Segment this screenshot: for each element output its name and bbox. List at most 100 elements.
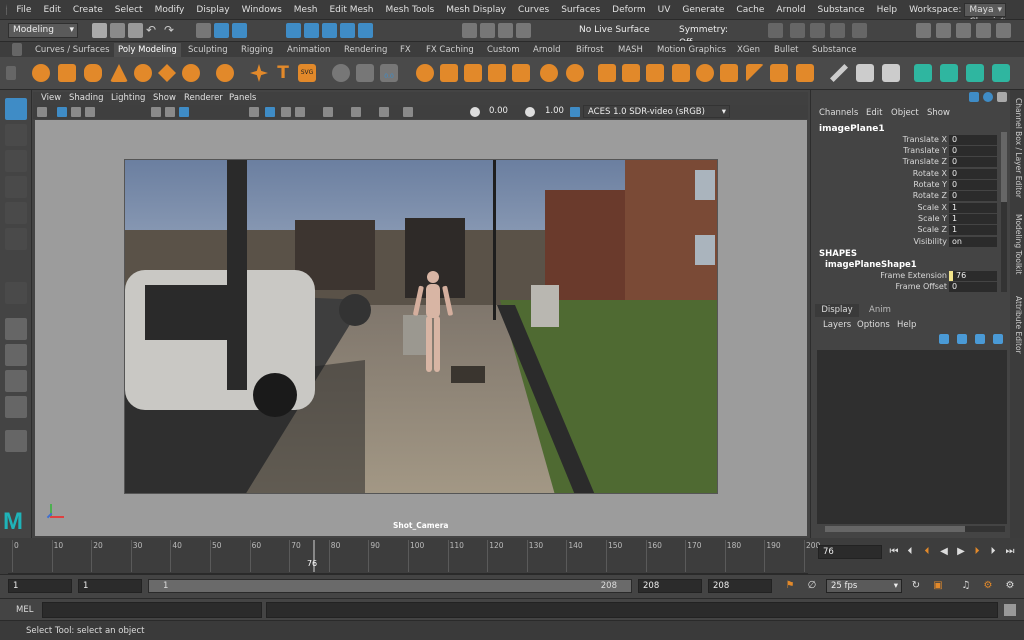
select-hierarchy-icon[interactable] [196, 23, 211, 38]
channel-menu-show[interactable]: Show [927, 108, 950, 118]
layer-list[interactable] [817, 350, 1007, 524]
fill-hole-icon[interactable] [622, 64, 640, 82]
channel-row-scale-y[interactable]: Scale Y1 [811, 214, 1001, 225]
channel-value[interactable]: 1 [949, 225, 997, 235]
sculpt-icon[interactable] [768, 23, 783, 38]
collapse-icon[interactable] [696, 64, 714, 82]
poly-cylinder-icon[interactable] [84, 64, 102, 82]
channel-box-icon-2[interactable] [983, 92, 993, 102]
numeric-type-icon[interactable]: 0.0 [380, 64, 398, 82]
channel-box-icon-3[interactable] [997, 92, 1007, 102]
render-history-icon[interactable] [462, 23, 477, 38]
menu-help[interactable]: Help [871, 5, 904, 15]
append-polygon-icon[interactable] [646, 64, 664, 82]
shelf-tab-poly-modeling[interactable]: Poly Modeling [114, 43, 181, 57]
channel-value[interactable]: 0 [949, 135, 997, 145]
channel-value[interactable]: 0 [949, 191, 997, 201]
menu-edit-mesh[interactable]: Edit Mesh [323, 5, 379, 15]
select-tool-icon[interactable] [5, 98, 27, 120]
select-camera-icon[interactable] [37, 107, 47, 117]
ambient-occlusion-icon[interactable] [351, 107, 361, 117]
shelf-tab-curves-surfaces[interactable]: Curves / Surfaces [35, 43, 110, 57]
render-settings-icon[interactable] [516, 23, 531, 38]
go-to-end-icon[interactable]: ⏭ [1004, 546, 1016, 558]
menu-windows[interactable]: Windows [236, 5, 288, 15]
viewport-menu-view[interactable]: View [41, 93, 61, 103]
layer-tab-display[interactable]: Display [815, 304, 859, 317]
menu-uv[interactable]: UV [652, 5, 677, 15]
shelf-tab-substance[interactable]: Substance [812, 43, 856, 57]
viewport-menu-shading[interactable]: Shading [69, 93, 104, 103]
four-view-layout-icon[interactable] [5, 344, 27, 366]
film-gate-icon[interactable] [165, 107, 175, 117]
channel-value[interactable]: on [949, 237, 997, 247]
menu-select[interactable]: Select [109, 5, 149, 15]
play-forwards-icon[interactable]: ▶ [955, 546, 967, 558]
side-tab-modeling-toolkit[interactable]: Modeling Toolkit [1011, 214, 1023, 274]
channel-value[interactable]: 0 [949, 180, 997, 190]
multi-cut-icon[interactable] [830, 64, 848, 82]
gear-icon[interactable] [852, 23, 867, 38]
shelf-tab-bullet[interactable]: Bullet [774, 43, 799, 57]
shelf-tab-fx-caching[interactable]: FX Caching [426, 43, 474, 57]
lasso-tool-icon[interactable] [5, 124, 27, 146]
shelf-tab-bifrost[interactable]: Bifrost [576, 43, 603, 57]
quadrangulate-icon[interactable] [770, 64, 788, 82]
menu-arnold[interactable]: Arnold [770, 5, 811, 15]
select-object-icon[interactable] [214, 23, 229, 38]
clear-type-icon[interactable] [356, 64, 374, 82]
image-plane-icon[interactable] [85, 107, 95, 117]
channel-row-scale-x[interactable]: Scale X1 [811, 203, 1001, 214]
bookmark-icon[interactable] [71, 107, 81, 117]
undo-icon[interactable]: ↶ [146, 23, 161, 38]
open-scene-icon[interactable] [110, 23, 125, 38]
shelf-tab-rigging[interactable]: Rigging [241, 43, 273, 57]
shelf-tab-sculpting[interactable]: Sculpting [188, 43, 228, 57]
shelf-menu-icon[interactable] [6, 66, 16, 80]
shelf-options-icon[interactable] [12, 43, 22, 56]
channel-row-translate-z[interactable]: Translate Z0 [811, 157, 1001, 168]
symmetry-dropdown[interactable]: Symmetry: Off [674, 23, 746, 48]
step-back-icon[interactable]: ⏴ [904, 546, 916, 558]
snap-grid-icon[interactable] [286, 23, 301, 38]
audio-icon[interactable]: ♫ [960, 580, 972, 592]
grid-icon[interactable] [151, 107, 161, 117]
time-ruler[interactable]: 0 10 20 30 40 50 60 70 80 90 100 110 120 130 140 150 160… [8, 538, 820, 574]
target-weld-icon[interactable] [882, 64, 900, 82]
color-space-dropdown[interactable]: ACES 1.0 SDR-video (sRGB) ▾ [583, 105, 730, 118]
channel-menu-channels[interactable]: Channels [819, 108, 858, 118]
modeling-toolkit-toggle-icon[interactable] [976, 23, 991, 38]
snap-surface-icon[interactable] [358, 23, 373, 38]
poly-sphere-icon[interactable] [32, 64, 50, 82]
svg-icon[interactable]: SVG [298, 64, 316, 82]
menu-cache[interactable]: Cache [730, 5, 770, 15]
layer-move-down-icon[interactable] [957, 334, 967, 344]
merge-icon[interactable] [720, 64, 738, 82]
fps-dropdown[interactable]: 25 fps ▾ [826, 579, 902, 593]
snap-curve-icon[interactable] [304, 23, 319, 38]
search-icon[interactable] [5, 430, 27, 452]
range-bar[interactable]: 1 208 [148, 579, 632, 593]
animation-preferences-icon[interactable]: ⚙ [1004, 580, 1016, 592]
scale-tool-icon[interactable] [5, 228, 27, 250]
channel-value[interactable]: 76 [949, 271, 997, 281]
workspace-dropdown[interactable]: Maya Classic* ▾ [964, 2, 1006, 27]
menu-mesh[interactable]: Mesh [288, 5, 324, 15]
mel-label[interactable]: MEL [16, 605, 33, 615]
channel-scrollbar[interactable] [1001, 132, 1007, 292]
menu-mesh-tools[interactable]: Mesh Tools [379, 5, 440, 15]
type-tool-icon[interactable] [332, 64, 350, 82]
resolution-gate-icon[interactable] [179, 107, 189, 117]
play-backwards-icon[interactable]: ◀ [938, 546, 950, 558]
snap-view-plane-icon[interactable] [340, 23, 355, 38]
channel-row-rotate-z[interactable]: Rotate Z0 [811, 191, 1001, 202]
smooth-icon[interactable] [464, 64, 482, 82]
render-view-icon[interactable] [790, 23, 805, 38]
current-frame-field[interactable]: 76 [818, 545, 882, 559]
cache-playback-icon[interactable]: ▣ [932, 580, 944, 592]
new-layer-icon[interactable] [975, 334, 985, 344]
insert-edge-loop-icon[interactable] [856, 64, 874, 82]
uv-editor-icon[interactable] [992, 64, 1010, 82]
mode-dropdown[interactable]: Modeling ▾ [8, 23, 78, 38]
menu-create[interactable]: Create [67, 5, 109, 15]
